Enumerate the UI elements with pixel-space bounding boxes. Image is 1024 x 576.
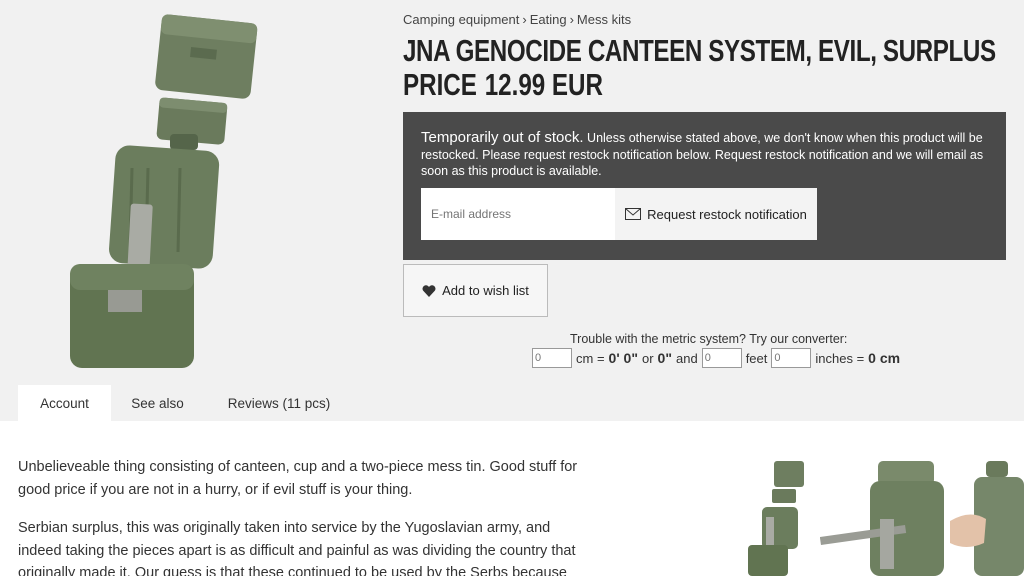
product-title: JNA GENOCIDE CANTEEN SYSTEM, EVIL, SURPL…	[403, 33, 996, 68]
price-label: PRICE	[403, 67, 477, 102]
breadcrumb-link-camping[interactable]: Camping equipment	[403, 12, 519, 27]
tab-reviews[interactable]: Reviews (11 pcs)	[204, 385, 354, 421]
cm-unit: cm =	[576, 350, 605, 366]
thumbnail-image[interactable]	[820, 459, 950, 576]
or-text: or	[641, 350, 654, 366]
cm-input[interactable]	[532, 348, 572, 368]
inches-unit: inches =	[815, 350, 865, 366]
breadcrumb-link-eating[interactable]: Eating	[530, 12, 567, 27]
inches-input[interactable]	[771, 348, 812, 368]
thumbnail-image[interactable]	[950, 459, 1024, 576]
breadcrumb-separator: ›	[569, 12, 574, 27]
tab-see-also[interactable]: See also	[111, 385, 204, 421]
request-restock-button[interactable]: Request restock notification	[615, 188, 817, 240]
description-paragraph: Serbian surplus, this was originally tak…	[18, 520, 576, 576]
stock-message: Temporarily out of stock. Unless otherwi…	[421, 129, 991, 180]
tab-content: Unbelieveable thing consisting of cantee…	[0, 421, 1024, 576]
product-image[interactable]	[40, 8, 280, 376]
feet-inches-result: 0' 0"	[608, 350, 638, 366]
stock-notice-panel: Temporarily out of stock. Unless otherwi…	[403, 112, 1006, 260]
add-to-wishlist-label: Add to wish list	[442, 283, 529, 298]
breadcrumb: Camping equipment › Eating › Mess kits	[403, 12, 631, 27]
feet-unit: feet	[745, 350, 768, 366]
product-price: PRICE 12.99 EUR	[403, 68, 603, 102]
product-tabs: Account See also Reviews (11 pcs)	[18, 385, 354, 421]
breadcrumb-link-mess-kits[interactable]: Mess kits	[577, 12, 631, 27]
and-text: and	[675, 350, 698, 366]
inches-result: 0"	[657, 350, 672, 366]
price-amount: 12.99 EUR	[484, 67, 603, 102]
breadcrumb-separator: ›	[522, 12, 527, 27]
description-paragraph: Unbelieveable thing consisting of cantee…	[18, 459, 578, 498]
unit-converter: cm = 0' 0" or 0" and feet inches = 0 cm	[532, 348, 900, 368]
request-restock-label: Request restock notification	[647, 206, 807, 222]
thumbnail-image[interactable]	[740, 459, 820, 576]
envelope-icon	[625, 208, 642, 220]
stock-status: Temporarily out of stock.	[421, 129, 584, 146]
add-to-wishlist-button[interactable]: Add to wish list	[403, 264, 548, 317]
email-input[interactable]	[421, 188, 615, 240]
feet-input[interactable]	[701, 348, 742, 368]
heart-icon	[422, 284, 436, 297]
cm-result: 0 cm	[868, 350, 901, 366]
tab-account[interactable]: Account	[18, 385, 111, 421]
converter-label: Trouble with the metric system? Try our …	[570, 332, 848, 346]
